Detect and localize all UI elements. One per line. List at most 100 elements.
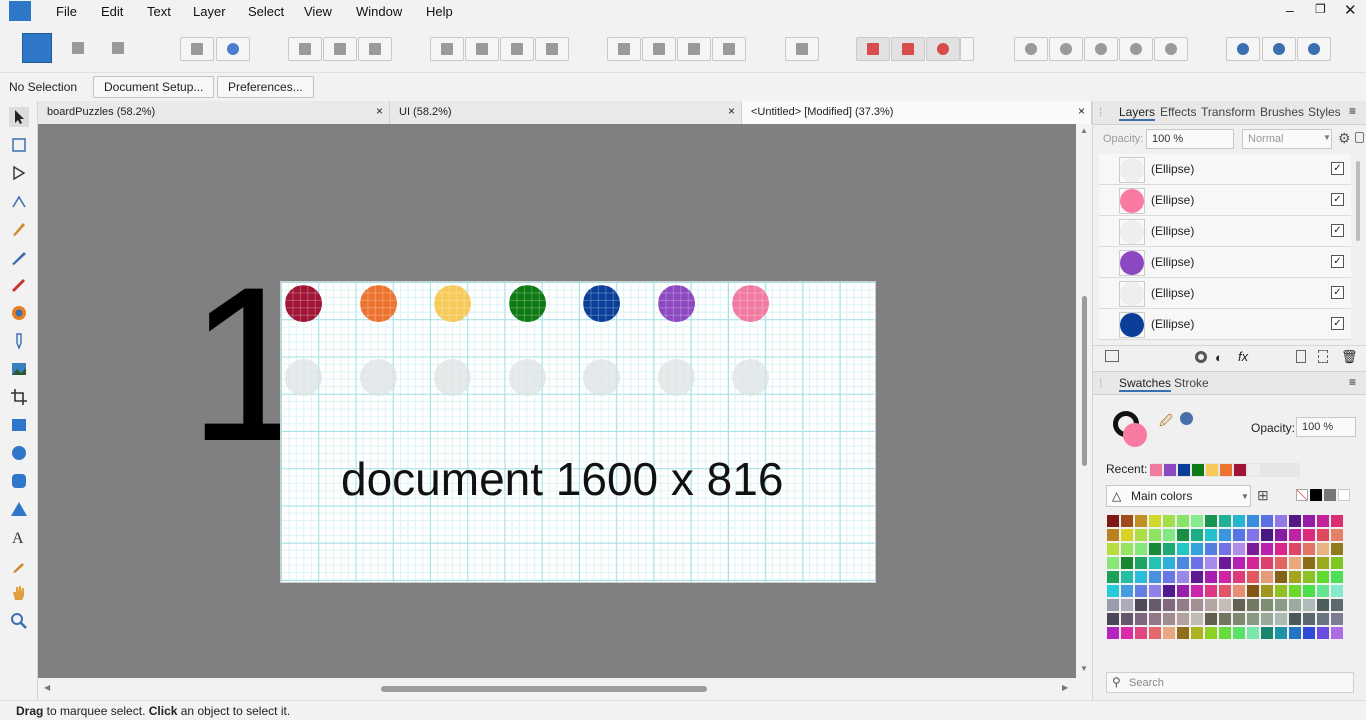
palette-swatch[interactable] [1275,529,1287,541]
palette-swatch[interactable] [1289,557,1301,569]
palette-swatch[interactable] [1135,571,1147,583]
layer-visibility-checkbox[interactable]: ✓ [1331,255,1344,268]
menu-view[interactable]: View [304,4,332,19]
arrange-backward-icon[interactable] [465,37,499,61]
palette-swatch[interactable] [1233,515,1245,527]
palette-swatch[interactable] [1107,585,1119,597]
palette-swatch[interactable] [1135,585,1147,597]
palette-swatch[interactable] [1303,571,1315,583]
palette-swatch[interactable] [1149,543,1161,555]
boolean-divide-icon[interactable] [1154,37,1188,61]
palette-swatch[interactable] [1205,627,1217,639]
palette-swatch[interactable] [1317,529,1329,541]
recent-swatch[interactable] [1192,464,1204,476]
palette-swatch[interactable] [1177,571,1189,583]
palette-swatch[interactable] [1177,529,1189,541]
palette-swatch[interactable] [1303,543,1315,555]
horizontal-scrollbar[interactable]: ◀ ▶ [38,678,1076,700]
designer-persona-icon[interactable] [22,33,52,63]
pixel-persona-icon[interactable] [66,37,92,61]
tab-swatches[interactable]: Swatches [1119,376,1172,392]
palette-swatch[interactable] [1177,627,1189,639]
palette-swatch[interactable] [1247,585,1259,597]
palette-swatch[interactable] [1275,571,1287,583]
palette-swatch[interactable] [1121,529,1133,541]
recent-swatch[interactable] [1220,464,1232,476]
palette-swatch[interactable] [1205,585,1217,597]
crop-tool-icon[interactable] [9,387,29,407]
palette-swatch[interactable] [1191,627,1203,639]
palette-swatch[interactable] [1121,627,1133,639]
tab-ui[interactable]: UI (58.2%) × [390,101,742,124]
layer-opacity-select[interactable]: 100 % [1146,129,1234,149]
palette-swatch[interactable] [1289,515,1301,527]
menu-select[interactable]: Select [248,4,284,19]
palette-swatch[interactable] [1303,627,1315,639]
move-tool-icon[interactable] [9,107,29,127]
delete-layer-icon[interactable]: 🗑 [1341,349,1358,365]
palette-swatch[interactable] [1107,613,1119,625]
palette-swatch[interactable] [1275,557,1287,569]
palette-swatch[interactable] [1261,515,1273,527]
rotate-left-icon[interactable] [677,37,711,61]
ellipse-shape[interactable] [434,285,471,322]
palette-swatch[interactable] [1275,627,1287,639]
palette-swatch[interactable] [1331,543,1343,555]
blend-mode-select[interactable]: Normal [1242,129,1332,149]
palette-swatch[interactable] [1121,613,1133,625]
panel-grip-icon[interactable]: ⁞ [1099,105,1102,119]
tab-styles[interactable]: Styles [1308,105,1341,119]
palette-swatch[interactable] [1317,557,1329,569]
palette-swatch[interactable] [1149,571,1161,583]
palette-swatch[interactable] [1275,585,1287,597]
add-layer-icon[interactable] [1296,350,1306,363]
close-tab-icon[interactable]: × [376,104,383,118]
tab-untitled[interactable]: <Untitled> [Modified] (37.3%) × [742,101,1092,124]
palette-swatch[interactable] [1331,557,1343,569]
pencil-tool-icon[interactable] [9,247,29,267]
palette-swatch[interactable] [1191,613,1203,625]
palette-swatch[interactable] [1275,515,1287,527]
boolean-add-icon[interactable] [1014,37,1048,61]
palette-swatch[interactable] [1191,543,1203,555]
palette-swatch[interactable] [1177,613,1189,625]
palette-swatch[interactable] [1261,543,1273,555]
document-setup-button[interactable]: Document Setup... [93,76,215,98]
palette-swatch[interactable] [1107,599,1119,611]
palette-swatch[interactable] [1289,571,1301,583]
export-persona-icon[interactable] [106,37,132,61]
close-window-icon[interactable]: ✕ [1344,1,1357,19]
palette-swatch[interactable] [1331,613,1343,625]
palette-swatch[interactable] [1149,515,1161,527]
panel-menu-icon[interactable]: ≡ [1349,104,1356,118]
ellipse-placeholder[interactable] [285,359,322,396]
palette-swatch[interactable] [1135,627,1147,639]
add-swatch-icon[interactable]: ⊞ [1257,487,1269,504]
palette-swatch[interactable] [1107,571,1119,583]
ellipse-shape[interactable] [285,285,322,322]
layer-row[interactable]: (Ellipse) ✓ [1099,216,1351,247]
palette-swatch[interactable] [1219,613,1231,625]
palette-swatch[interactable] [1149,627,1161,639]
close-tab-icon[interactable]: × [728,104,735,118]
boolean-intersect-icon[interactable] [1084,37,1118,61]
palette-swatch[interactable] [1233,599,1245,611]
palette-swatch[interactable] [1233,529,1245,541]
palette-swatch[interactable] [1121,599,1133,611]
rectangle-tool-icon[interactable] [9,415,29,435]
palette-swatch[interactable] [1121,515,1133,527]
ellipse-placeholder[interactable] [657,359,695,396]
tab-boardpuzzles[interactable]: boardPuzzles (58.2%) × [38,101,390,124]
menu-edit[interactable]: Edit [101,4,123,19]
palette-swatch[interactable] [1303,599,1315,611]
recent-swatch[interactable] [1206,464,1218,476]
layers-stack-icon[interactable] [1105,350,1119,362]
ellipse-shape[interactable] [583,285,620,322]
ungroup-icon[interactable] [358,37,392,61]
lock-icon[interactable] [1355,132,1364,143]
palette-swatch[interactable] [1107,515,1119,527]
palette-swatch[interactable] [1191,515,1203,527]
menu-text[interactable]: Text [147,4,171,19]
palette-swatch[interactable] [1303,585,1315,597]
place-image-icon[interactable] [9,359,29,379]
